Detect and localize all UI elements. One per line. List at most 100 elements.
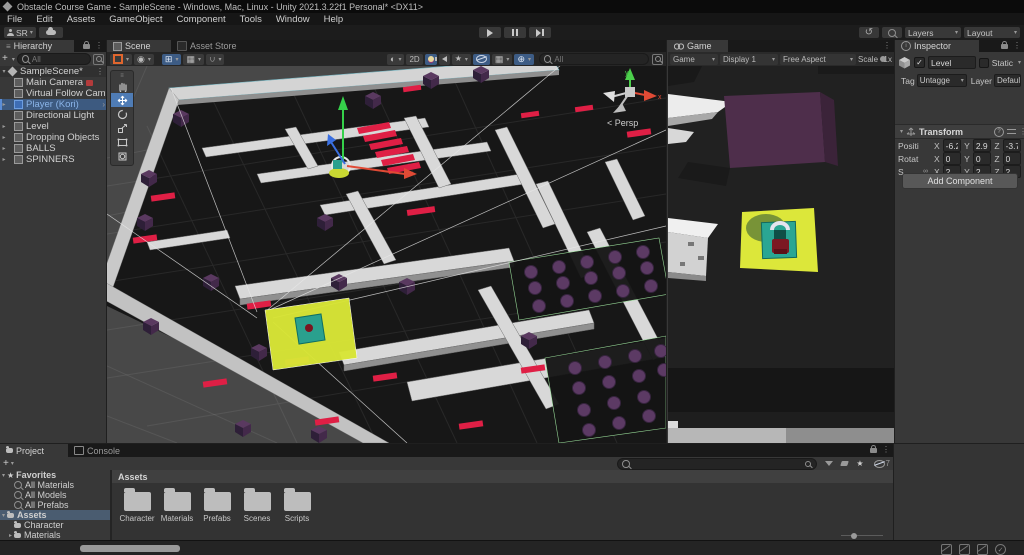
audio-toggle[interactable] [434,53,450,65]
play-button[interactable] [479,27,501,38]
magnet-snap-toggle[interactable]: ∩ ▾ [205,53,225,65]
active-checkbox[interactable]: ✓ [914,57,925,68]
transform-value-input[interactable] [945,153,959,164]
account-button[interactable]: SR ▾ [4,27,36,38]
scene-search-input[interactable] [554,54,644,64]
transform-value-input[interactable] [975,140,989,151]
hierarchy-item[interactable]: ▸ Dropping Objects [0,132,106,143]
thumbnail-zoom-slider[interactable] [841,532,883,539]
folder-item[interactable]: Prefabs [198,488,236,523]
menu-item-component[interactable]: Component [170,13,233,25]
label-filter-icon[interactable] [840,461,850,466]
scene-viewport[interactable]: y x < Persp [107,66,666,443]
transform-value-field[interactable] [972,152,992,165]
layers-dropdown[interactable]: Layers ▾ [905,27,961,38]
tab-hierarchy[interactable]: ≡ Hierarchy [0,40,74,52]
create-button[interactable]: + [3,458,9,469]
pivot-toggle[interactable]: ▾ [110,53,133,65]
collab-off-icon[interactable] [959,544,970,555]
global-local-toggle[interactable]: ◉ ▾ [134,53,154,65]
expand-icon[interactable]: ▸ [7,532,14,539]
favorites-filter-icon[interactable]: ★ [856,459,863,468]
step-button[interactable] [529,27,551,38]
transform-value-field[interactable] [942,152,962,165]
favorites-row[interactable]: ▾ ★ Favorites [0,470,110,480]
folder-item[interactable]: Scripts [278,488,316,523]
tab-project[interactable]: Project [0,444,68,457]
panel-menu-icon[interactable]: ⋮ [882,446,890,454]
undo-history-button[interactable]: ↺ [859,27,879,38]
tab-scene[interactable]: Scene [107,40,171,52]
menu-item-gameobject[interactable]: GameObject [102,13,169,25]
create-button[interactable]: + [2,54,8,64]
menu-item-file[interactable]: File [0,13,29,25]
lock-icon[interactable] [1001,40,1008,49]
2d-toggle[interactable]: 2D [406,53,423,65]
hierarchy-item[interactable]: Main Camera [0,77,106,88]
effects-dropdown[interactable]: ★ ▾ [451,53,471,65]
menu-item-edit[interactable]: Edit [29,13,59,25]
panel-menu-icon[interactable]: ⋮ [1013,42,1021,50]
increment-snap-toggle[interactable]: ▦ ▾ [183,53,204,65]
hierarchy-item[interactable]: ▸ Player (Kori) › [0,99,106,110]
prefab-chevron-icon[interactable]: › [102,100,105,109]
asset-tree-item[interactable]: ▸ Materials [0,530,110,540]
search-filter-icon[interactable] [652,53,663,65]
project-search[interactable] [617,457,818,470]
favorites-item[interactable]: All Prefabs [0,500,110,510]
scale-slider[interactable] [880,56,887,62]
folder-item[interactable]: Scenes [238,488,276,523]
perspective-label[interactable]: < Persp [607,118,638,128]
game-display-dropdown[interactable]: Game ▾ [670,53,718,65]
view-hand-tool[interactable] [111,79,133,93]
tab-inspector[interactable]: i Inspector [895,40,979,52]
hierarchy-item[interactable]: Directional Light [0,110,106,121]
hierarchy-item[interactable]: ▸ SPINNERS [0,154,106,165]
favorites-item[interactable]: All Models [0,490,110,500]
folder-item[interactable]: Materials [158,488,196,523]
grid-snap-toggle[interactable]: ⊞ ▾ [161,53,182,65]
expand-icon[interactable]: ▸ [0,156,8,163]
tab-console[interactable]: Console [68,444,140,457]
layout-dropdown[interactable]: Layout ▾ [964,27,1020,38]
aspect-ratio-dropdown[interactable]: Free Aspect ▾ [780,53,856,65]
hierarchy-search-input[interactable] [31,54,86,64]
transform-value-field[interactable] [972,139,992,152]
folder-item[interactable]: Character [118,488,156,523]
code-coverage-icon[interactable]: ✓ [995,544,1006,555]
hierarchy-item[interactable]: ▸ BALLS [0,143,106,154]
panel-menu-icon[interactable]: ⋮ [883,42,891,50]
hierarchy-search[interactable] [16,53,91,65]
respawn-pad[interactable] [264,297,358,371]
assets-breadcrumb[interactable]: Assets [112,470,893,483]
hierarchy-item[interactable]: ▸ Level [0,121,106,132]
project-search-input[interactable] [632,459,802,468]
shading-mode-dropdown[interactable]: ◐ ▾ [387,53,405,65]
panel-menu-icon[interactable]: ⋮ [95,42,103,50]
search-filter-icon[interactable] [93,53,104,65]
gizmos-dropdown[interactable]: ⊕ ▾ [514,53,534,65]
layer-dropdown[interactable]: Defaul▾ [993,74,1021,87]
menu-item-tools[interactable]: Tools [233,13,269,25]
menu-item-window[interactable]: Window [269,13,317,25]
game-viewport[interactable] [668,66,894,443]
transform-value-input[interactable] [1005,153,1018,164]
type-filter-icon[interactable] [825,461,834,466]
expand-icon[interactable]: ▸ [0,145,8,152]
add-component-button[interactable]: Add Component [902,173,1018,189]
transform-value-field[interactable] [1002,152,1021,165]
transform-value-input[interactable] [1005,140,1018,151]
transform-tool[interactable] [111,149,133,163]
hierarchy-scene-row[interactable]: ▾ SampleScene* ⋮ [0,66,106,77]
search-in-icon[interactable] [804,459,812,468]
expand-icon[interactable]: ▸ [0,101,8,108]
foldout-icon[interactable]: ▾ [900,128,903,135]
expand-icon[interactable]: ▸ [0,134,8,141]
transform-value-input[interactable] [945,140,959,151]
lock-icon[interactable] [870,444,877,453]
chevron-down-icon[interactable]: ▾ [1018,59,1021,66]
asset-tree-item[interactable]: Character [0,520,110,530]
tab-asset-store[interactable]: Asset Store [171,40,257,52]
scene-visibility-toggle[interactable] [472,53,490,65]
transform-value-field[interactable] [1002,139,1021,152]
